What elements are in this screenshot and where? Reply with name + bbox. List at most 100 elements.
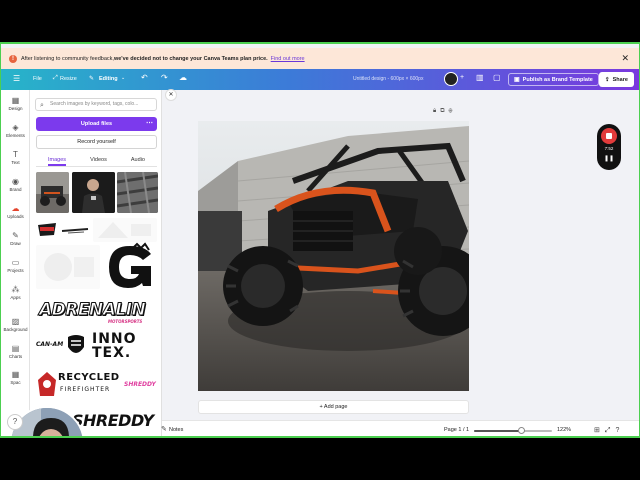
innotex-logo-text-2: TEX. [92, 345, 132, 361]
tab-images[interactable]: Images [48, 153, 67, 166]
resize-button[interactable]: Resize [60, 76, 77, 82]
adrenalin-subtitle: MOTORSPORTS [108, 319, 143, 324]
logo-thumbnail-canam[interactable]: CAN-AM [36, 336, 66, 354]
chevron-down-icon: ⌄ [121, 75, 126, 81]
logo-thumbnail-innotex[interactable]: INNO TEX. [66, 330, 157, 362]
cloud-sync-icon[interactable]: ☁ [179, 73, 187, 82]
logo-red-art [38, 223, 56, 236]
resize-icon: ⤢ [53, 75, 58, 81]
publish-brand-template-button[interactable]: ▣ Publish as Brand Template [508, 73, 599, 86]
notes-button[interactable]: Notes [169, 427, 183, 433]
uploads-panel: ⌕ Search images by keyword, tags, colo..… [30, 90, 162, 436]
upload-thumbnail-person[interactable] [72, 172, 115, 213]
rail-item-projects[interactable]: ▭ Projects [1, 258, 30, 273]
logo-thumbnail-light[interactable] [93, 218, 157, 242]
add-page-button[interactable]: + Add page [198, 400, 469, 414]
logo-thumbnail-red[interactable] [36, 220, 58, 240]
rail-item-uploads[interactable]: ☁ Uploads [1, 204, 30, 219]
pause-icon[interactable]: ❚❚ [597, 155, 621, 162]
banner-bold-text: we've decided not to change your Canva T… [113, 55, 268, 62]
redo-icon[interactable]: ↷ [161, 73, 168, 82]
rail-item-draw[interactable]: ✎ Draw [1, 231, 30, 246]
grid-view-icon[interactable]: ⊞ [594, 427, 605, 434]
logo-thumbnail-shreddy[interactable]: SHREDDY [70, 408, 157, 434]
rail-item-background[interactable]: ▨ Background [1, 317, 30, 332]
apps-icon: ⁂ [11, 285, 20, 294]
spacing-icon: ▦ [11, 370, 20, 379]
pencil-icon: ✎ [89, 76, 95, 82]
logo-thumbnail-shreddy-small[interactable]: SHREDDY [123, 378, 157, 392]
shreddy-logo-text: SHREDDY [72, 411, 154, 430]
rail-item-design[interactable]: ▦ Design [1, 96, 30, 111]
help-icon[interactable]: ? [615, 427, 624, 434]
rail-item-charts[interactable]: ▤ Charts [1, 344, 30, 359]
top-toolbar: ☰ File ⤢ Resize ✎ Editing ⌄ ↶ ↷ ☁ Untitl… [1, 69, 639, 90]
close-icon[interactable]: ✕ [621, 53, 629, 64]
rail-label: Charts [8, 354, 23, 359]
upload-thumbnail-utv[interactable] [36, 172, 69, 213]
rail-label: Spac [10, 380, 21, 385]
more-options-icon[interactable]: ⋯ [146, 117, 153, 131]
analytics-icon[interactable]: ▥ [476, 73, 484, 82]
rail-item-text[interactable]: T Text [1, 150, 30, 165]
brand-icon: ◉ [12, 177, 19, 186]
tab-videos[interactable]: Videos [90, 153, 107, 166]
design-icon: ▦ [11, 96, 20, 105]
avatar[interactable] [444, 72, 458, 86]
rail-item-apps[interactable]: ⁂ Apps [1, 285, 30, 300]
duplicate-icon[interactable]: ⧉ [440, 108, 448, 114]
search-input[interactable]: ⌕ Search images by keyword, tags, colo..… [35, 98, 157, 111]
zoom-slider-fill [474, 430, 521, 432]
record-yourself-button[interactable]: Record yourself [36, 135, 157, 149]
share-button[interactable]: ⇪ Share [599, 72, 634, 87]
upload-thumbnail-texture[interactable] [117, 172, 158, 213]
fullscreen-icon[interactable]: ⤢ [605, 427, 616, 434]
comments-icon[interactable]: ▢ [493, 73, 501, 82]
logo-thumbnail-adrenalin[interactable]: ADRENALIN MOTORSPORTS [36, 297, 157, 327]
bottom-bar: ✎ Notes Page 1 / 1 122% ⊞⤢? [161, 420, 639, 436]
rail-label: Uploads [7, 214, 24, 219]
page-tools: 🔒︎⧉⊕ [433, 108, 456, 115]
recording-time: 7:52 [604, 146, 614, 151]
rail-item-elements[interactable]: ◈ Elements [1, 123, 30, 138]
undo-icon[interactable]: ↶ [141, 73, 148, 82]
text-icon: T [13, 150, 18, 159]
help-icon[interactable]: ? [7, 414, 23, 430]
banner-link[interactable]: Find out more [271, 56, 305, 62]
file-menu[interactable]: File [33, 76, 42, 82]
elements-icon: ◈ [12, 123, 19, 132]
rail-label: Projects [7, 268, 24, 273]
rail-label: Apps [10, 295, 21, 300]
logo-thumbnail-gator[interactable] [103, 242, 157, 292]
design-title[interactable]: Untitled design - 600px × 600px [353, 76, 423, 82]
add-collaborator-icon[interactable]: + [460, 74, 464, 81]
add-page-icon[interactable]: ⊕ [449, 108, 457, 114]
left-rail: ▦ Design ◈ Elements T Text ◉ Brand ☁ Upl… [1, 90, 30, 436]
uploads-icon: ☁ [11, 204, 20, 213]
draw-icon: ✎ [12, 231, 19, 240]
warning-icon: ! [9, 54, 17, 63]
zoom-level[interactable]: 122% [557, 427, 571, 433]
menu-icon[interactable]: ☰ [13, 74, 20, 83]
design-canvas[interactable] [198, 121, 469, 391]
notes-icon: ✎ [161, 426, 167, 433]
rail-label: Elements [6, 133, 25, 138]
close-panel-icon[interactable]: ✕ [165, 89, 177, 101]
logo-script-art [61, 228, 89, 234]
stop-recording-icon[interactable] [601, 128, 617, 144]
logo-thumbnail-faint[interactable] [36, 245, 100, 289]
upload-files-label: Upload files [80, 121, 113, 127]
editing-mode-button[interactable]: Editing [99, 76, 118, 82]
firefighter-logo-text: FIREFIGHTER [60, 386, 111, 393]
share-label: Share [612, 76, 628, 83]
zoom-slider-handle[interactable] [517, 427, 525, 434]
rail-item-brand[interactable]: ◉ Brand [1, 177, 30, 192]
logo-thumbnail-recycled-firefighter[interactable]: RECYCLED FIREFIGHTER [36, 368, 120, 404]
tab-audio[interactable]: Audio [131, 153, 145, 166]
zoom-slider[interactable] [474, 427, 552, 434]
logo-thumbnail-script[interactable] [60, 222, 90, 238]
page-counter[interactable]: Page 1 / 1 [444, 427, 469, 433]
rail-item-spacing[interactable]: ▦ Spac [1, 370, 30, 385]
upload-files-button[interactable]: Upload files ⋯ [36, 117, 157, 131]
rail-label: Design [8, 106, 23, 111]
